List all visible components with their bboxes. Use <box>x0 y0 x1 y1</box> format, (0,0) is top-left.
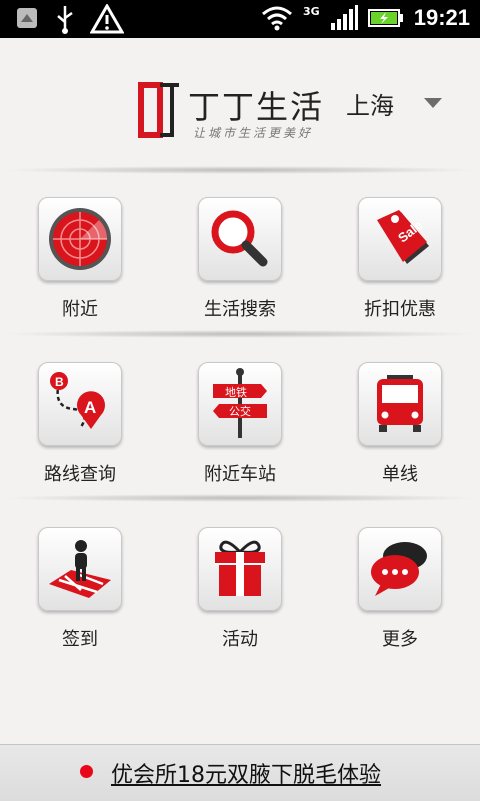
divider <box>0 166 480 174</box>
menu-item-nearby-stations[interactable]: 地铁 公交 附近车站 <box>160 362 320 486</box>
menu-label: 单线 <box>382 464 418 485</box>
menu-label: 附近 <box>62 299 98 320</box>
menu-label: 折扣优惠 <box>364 299 436 320</box>
menu-label: 路线查询 <box>44 464 116 485</box>
usb-icon <box>57 6 73 34</box>
magnifier-icon <box>211 210 268 267</box>
wifi-icon <box>262 6 293 31</box>
brand-logo <box>138 82 179 138</box>
menu-label: 活动 <box>222 629 258 650</box>
signpost-bus-label: 公交 <box>229 404 251 418</box>
gift-icon <box>215 540 265 596</box>
chevron-down-icon[interactable] <box>424 98 442 108</box>
menu-item-discounts[interactable]: Sale 折扣优惠 <box>320 197 480 321</box>
menu-item-route[interactable]: B A 路线查询 <box>0 362 160 486</box>
checkin-button[interactable] <box>38 527 122 611</box>
battery-charging-icon <box>367 9 403 27</box>
menu-item-events[interactable]: 活动 <box>160 527 320 651</box>
menu-label: 更多 <box>382 629 418 650</box>
menu-label: 签到 <box>62 629 98 650</box>
menu-item-life-search[interactable]: 生活搜索 <box>160 197 320 321</box>
single-line-button[interactable] <box>358 362 442 446</box>
sale-tag-icon: Sale <box>377 210 429 264</box>
menu-label: 生活搜索 <box>204 299 276 320</box>
nearby-button[interactable] <box>38 197 122 281</box>
menu-item-checkin[interactable]: 签到 <box>0 527 160 651</box>
more-button[interactable] <box>358 527 442 611</box>
satellite-icon <box>17 8 37 28</box>
signal-icon <box>330 5 358 30</box>
nearby-stations-button[interactable]: 地铁 公交 <box>198 362 282 446</box>
radar-icon <box>49 208 111 270</box>
menu-item-nearby[interactable]: 附近 <box>0 197 160 321</box>
route-button[interactable]: B A <box>38 362 122 446</box>
brand-slogan: 让城市生活更美好 <box>193 126 314 140</box>
bus-icon <box>377 375 423 432</box>
menu-item-more[interactable]: 更多 <box>320 527 480 651</box>
chat-bubbles-icon <box>371 542 427 596</box>
promo-link[interactable]: 优会所18元双腋下脱毛体验 <box>111 757 381 789</box>
menu-label: 附近车站 <box>204 464 276 485</box>
life-search-button[interactable] <box>198 197 282 281</box>
app-header: 丁丁生活 让城市生活更美好 上海 <box>0 38 480 166</box>
divider <box>0 330 480 338</box>
warning-icon <box>90 4 124 34</box>
red-dot-icon <box>80 765 93 778</box>
events-button[interactable] <box>198 527 282 611</box>
route-icon: B A <box>50 372 105 429</box>
promo-banner[interactable]: 优会所18元双腋下脱毛体验 <box>0 744 480 801</box>
clock-time: 19:21 <box>413 5 470 30</box>
svg-text:A: A <box>84 398 96 417</box>
checkin-icon <box>49 540 111 598</box>
signpost-icon: 地铁 公交 <box>213 368 267 438</box>
divider <box>0 494 480 502</box>
svg-text:B: B <box>55 375 64 389</box>
city-selector[interactable]: 上海 <box>346 86 394 121</box>
brand-name: 丁丁生活 <box>188 88 325 126</box>
signpost-metro-label: 地铁 <box>225 386 247 399</box>
discounts-button[interactable]: Sale <box>358 197 442 281</box>
network-type-label: 3G <box>303 4 320 18</box>
status-bar: 3G 19:21 <box>0 0 480 38</box>
menu-item-single-line[interactable]: 单线 <box>320 362 480 486</box>
